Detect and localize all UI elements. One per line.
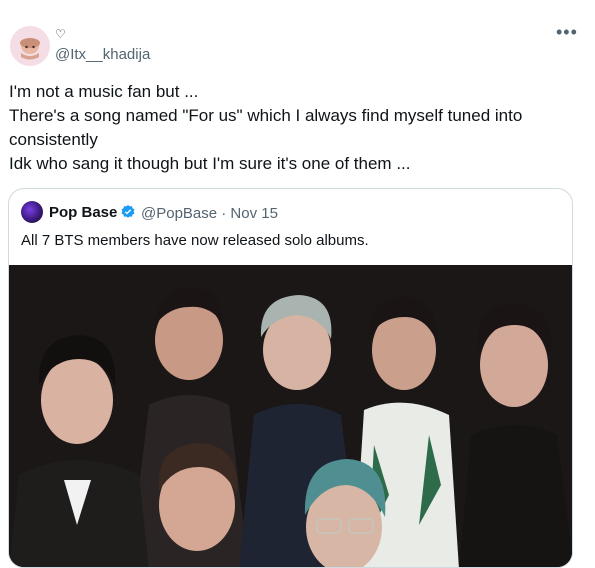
tweet-line: There's a song named "For us" which I al… [9,106,523,125]
tweet-text: I'm not a music fan but ... There's a so… [9,80,569,176]
quoted-media-image[interactable] [9,265,572,567]
more-options-icon[interactable]: ••• [556,23,578,41]
tweet-line: I'm not a music fan but ... [9,82,199,101]
cartoon-avatar-icon [20,38,40,60]
quoted-author-name[interactable]: Pop Base [49,204,117,221]
verified-badge-icon [121,205,135,218]
tweet-line: consistently [9,130,98,149]
author-handle[interactable]: @Itx__khadija [55,46,150,63]
group-photo [9,265,572,567]
author-avatar[interactable] [10,26,50,66]
person-figure [158,443,238,551]
quoted-handle-and-date[interactable]: @PopBase · Nov 15 [141,205,278,222]
quoted-tweet-text: All 7 BTS members have now released solo… [21,232,369,249]
author-display-name[interactable]: ♡ [55,27,66,41]
tweet-line: Idk who sang it though but I'm sure it's… [9,154,411,173]
quoted-tweet-card[interactable]: Pop Base @PopBase · Nov 15 All 7 BTS mem… [8,188,573,568]
person-figure [304,459,386,567]
quoted-author-avatar[interactable] [21,201,43,223]
